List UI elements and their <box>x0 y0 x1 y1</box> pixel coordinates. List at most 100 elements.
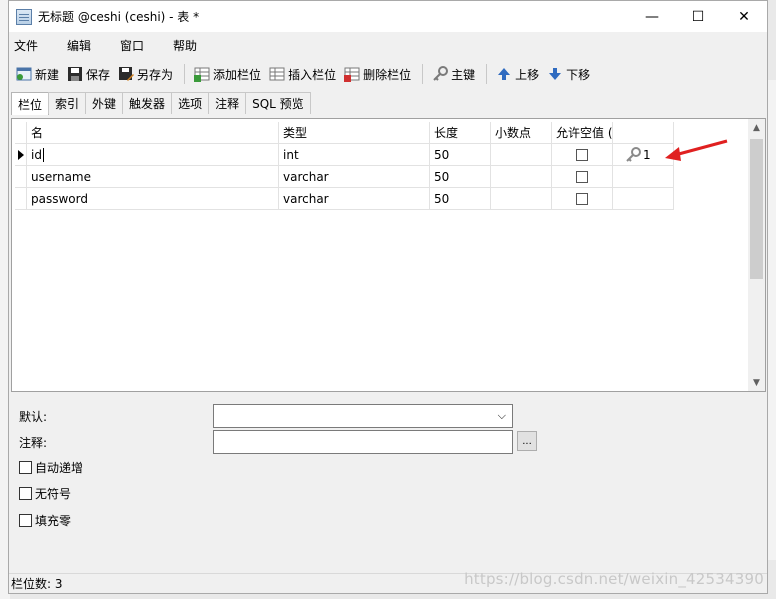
comment-input[interactable] <box>213 430 513 454</box>
tab-foreign-keys[interactable]: 外键 <box>85 92 124 114</box>
insert-field-icon <box>269 66 285 82</box>
field-type-cell[interactable]: varchar <box>279 188 430 210</box>
window-title: 无标题 @ceshi (ceshi) - 表 * <box>38 10 200 24</box>
header-type[interactable]: 类型 <box>279 122 430 144</box>
field-type-cell[interactable]: int <box>279 144 430 166</box>
save-as-icon <box>118 66 135 82</box>
zerofill-checkbox[interactable] <box>19 514 32 527</box>
field-name-cell[interactable]: password <box>27 188 279 210</box>
field-nullable-cell[interactable] <box>552 166 613 188</box>
scroll-thumb[interactable] <box>750 139 763 279</box>
grid-vertical-scrollbar[interactable]: ▲ ▼ <box>748 119 765 391</box>
tab-comment[interactable]: 注释 <box>208 92 247 114</box>
header-name[interactable]: 名 <box>27 122 279 144</box>
row-indicator <box>15 166 27 188</box>
nullable-checkbox[interactable] <box>576 192 588 205</box>
title-bar[interactable]: 无标题 @ceshi (ceshi) - 表 * — ☐ ✕ <box>9 1 767 32</box>
toolbar-separator <box>422 64 424 84</box>
tab-triggers[interactable]: 触发器 <box>122 92 173 114</box>
delete-field-icon <box>344 66 360 82</box>
unsigned-label: 无符号 <box>35 487 72 501</box>
tab-sql-preview[interactable]: SQL 预览 <box>245 92 311 114</box>
zerofill-label: 填充零 <box>35 514 72 528</box>
field-name-cell[interactable]: id <box>27 144 279 166</box>
row-indicator <box>15 188 27 210</box>
row-selected-indicator <box>15 144 27 166</box>
field-decimals-cell[interactable] <box>491 166 552 188</box>
table-row[interactable]: username varchar 50 <box>15 166 674 188</box>
arrow-down-icon <box>547 66 563 82</box>
save-as-button[interactable]: 另存为 <box>115 63 176 85</box>
auto-increment-option[interactable]: 自动递增 <box>19 459 83 476</box>
auto-increment-checkbox[interactable] <box>19 461 32 474</box>
add-field-icon <box>194 66 210 82</box>
comment-row: 注释: <box>19 434 47 451</box>
menu-help[interactable]: 帮助 <box>168 37 211 54</box>
header-nullable[interactable]: 允许空值 ( <box>552 122 613 144</box>
default-select[interactable]: ⌵ <box>213 404 513 428</box>
chevron-down-icon: ⌵ <box>497 409 506 422</box>
add-field-button[interactable]: 添加栏位 <box>191 63 264 85</box>
field-name: id <box>31 147 42 162</box>
field-key-cell[interactable] <box>613 166 674 188</box>
save-label: 保存 <box>86 67 111 82</box>
new-button[interactable]: 新建 <box>13 63 62 85</box>
move-up-button[interactable]: 上移 <box>493 63 542 85</box>
grid-header-row: 名 类型 长度 小数点 允许空值 ( <box>15 122 674 144</box>
field-decimals-cell[interactable] <box>491 144 552 166</box>
scroll-up-arrow[interactable]: ▲ <box>748 119 765 136</box>
tab-indexes[interactable]: 索引 <box>48 92 87 114</box>
scroll-down-arrow[interactable]: ▼ <box>748 374 765 391</box>
field-decimals-cell[interactable] <box>491 188 552 210</box>
toolbar: 新建 保存 另存为 添加栏位 插入栏位 删除栏位 主键 上移 下移 <box>9 61 767 87</box>
field-type-cell[interactable]: varchar <box>279 166 430 188</box>
insert-field-button[interactable]: 插入栏位 <box>266 63 339 85</box>
menu-file[interactable]: 文件 <box>9 37 52 54</box>
save-as-label: 另存为 <box>137 67 174 82</box>
nullable-checkbox[interactable] <box>576 148 588 161</box>
maximize-button[interactable]: ☐ <box>675 1 721 32</box>
primary-key-label: 主键 <box>451 67 476 82</box>
comment-label: 注释: <box>19 436 48 450</box>
key-order: 1 <box>643 147 651 162</box>
move-down-button[interactable]: 下移 <box>544 63 593 85</box>
minimize-button[interactable]: — <box>629 1 675 32</box>
designer-tabs: 栏位 索引 外键 触发器 选项 注释 SQL 预览 <box>11 92 311 115</box>
table-row[interactable]: id int 50 1 <box>15 144 674 166</box>
field-length-cell[interactable]: 50 <box>430 144 491 166</box>
tab-options[interactable]: 选项 <box>171 92 210 114</box>
nullable-checkbox[interactable] <box>576 170 588 183</box>
table-row[interactable]: password varchar 50 <box>15 188 674 210</box>
tab-fields[interactable]: 栏位 <box>11 92 50 115</box>
delete-field-label: 删除栏位 <box>363 67 412 82</box>
save-button[interactable]: 保存 <box>64 63 113 85</box>
comment-edit-button[interactable]: ... <box>517 431 537 451</box>
field-length-cell[interactable]: 50 <box>430 166 491 188</box>
new-label: 新建 <box>35 67 60 82</box>
menu-window[interactable]: 窗口 <box>115 37 158 54</box>
move-up-label: 上移 <box>515 67 540 82</box>
unsigned-option[interactable]: 无符号 <box>19 485 71 502</box>
field-name-cell[interactable]: username <box>27 166 279 188</box>
field-nullable-cell[interactable] <box>552 188 613 210</box>
close-button[interactable]: ✕ <box>721 1 767 32</box>
toolbar-separator <box>486 64 488 84</box>
primary-key-icon <box>625 146 641 163</box>
red-annotation-arrow <box>665 139 728 161</box>
field-nullable-cell[interactable] <box>552 144 613 166</box>
delete-field-button[interactable]: 删除栏位 <box>341 63 414 85</box>
primary-key-button[interactable]: 主键 <box>429 63 478 85</box>
save-icon <box>67 66 83 82</box>
insert-field-label: 插入栏位 <box>288 67 337 82</box>
field-key-cell[interactable] <box>613 188 674 210</box>
unsigned-checkbox[interactable] <box>19 487 32 500</box>
menu-edit[interactable]: 编辑 <box>62 37 105 54</box>
auto-increment-label: 自动递增 <box>35 461 84 475</box>
move-down-label: 下移 <box>566 67 591 82</box>
key-icon <box>432 66 449 82</box>
field-length-cell[interactable]: 50 <box>430 188 491 210</box>
zerofill-option[interactable]: 填充零 <box>19 512 71 529</box>
watermark-text: https://blog.csdn.net/weixin_42534390 <box>464 570 764 588</box>
header-decimals[interactable]: 小数点 <box>491 122 552 144</box>
header-length[interactable]: 长度 <box>430 122 491 144</box>
